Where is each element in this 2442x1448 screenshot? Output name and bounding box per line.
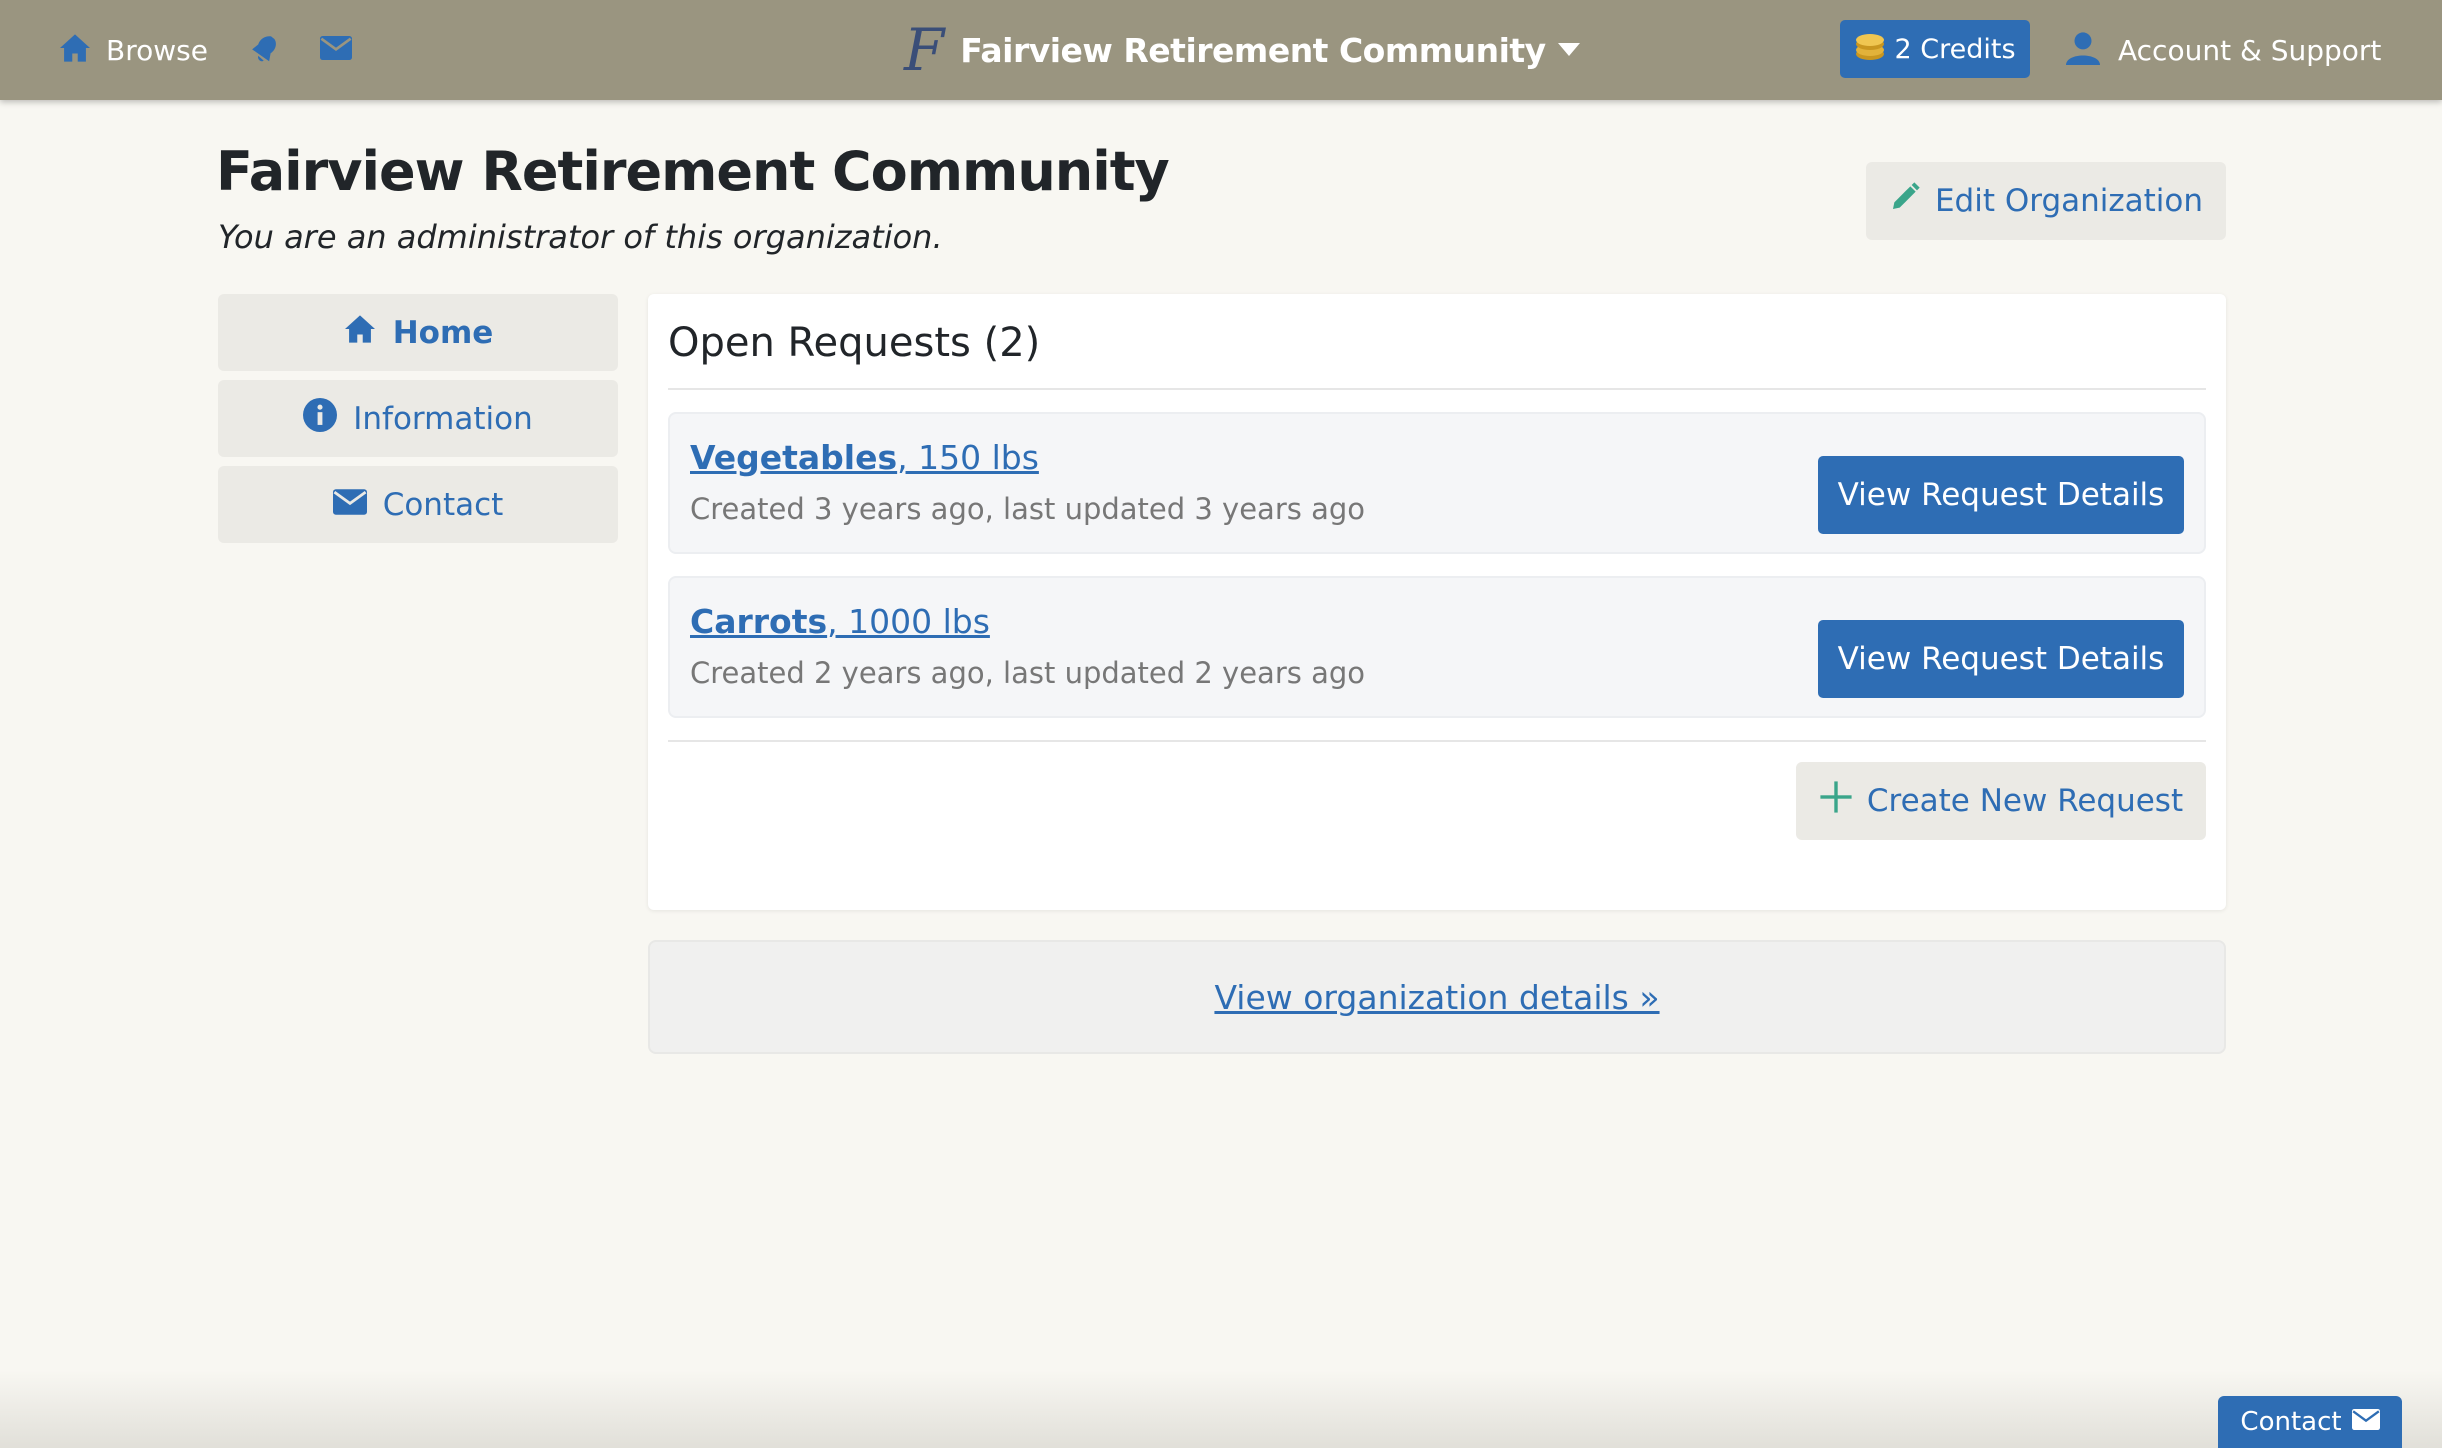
navbar-org-name: Fairview Retirement Community xyxy=(960,30,1546,70)
sidenav-item-label: Contact xyxy=(382,486,504,523)
footer-shadow xyxy=(0,1370,2442,1448)
divider xyxy=(668,388,2206,390)
home-icon xyxy=(58,33,92,67)
account-support-menu[interactable]: Account & Support xyxy=(2066,0,2381,100)
messages-button[interactable] xyxy=(319,36,352,64)
credits-button[interactable]: 2 Credits xyxy=(1840,20,2030,78)
request-link[interactable]: Carrots, 1000 lbs xyxy=(690,602,990,641)
org-logo: F xyxy=(904,16,945,84)
edit-organization-button[interactable]: Edit Organization xyxy=(1866,162,2226,240)
page-title: Fairview Retirement Community xyxy=(216,140,1170,203)
sidenav-item-contact[interactable]: Contact xyxy=(218,466,618,543)
credits-label: 2 Credits xyxy=(1894,33,2016,65)
request-amount: , 1000 lbs xyxy=(827,602,990,641)
bell-icon xyxy=(248,32,280,68)
open-requests-card: Open Requests (2) Vegetables, 150 lbs Cr… xyxy=(648,294,2226,910)
organization-details-panel: View organization details » xyxy=(648,940,2226,1054)
view-organization-details-link[interactable]: View organization details » xyxy=(1214,978,1659,1017)
view-request-details-button[interactable]: View Request Details xyxy=(1818,456,2184,534)
request-timestamps: Created 3 years ago, last updated 3 year… xyxy=(690,492,1365,526)
mail-icon xyxy=(332,487,367,523)
browse-label: Browse xyxy=(106,33,208,67)
sidenav-item-information[interactable]: Information xyxy=(218,380,618,457)
pencil-icon xyxy=(1889,181,1921,221)
mail-icon xyxy=(2351,1407,2380,1437)
request-timestamps: Created 2 years ago, last updated 2 year… xyxy=(690,656,1365,690)
navbar-left-group: Browse xyxy=(58,0,352,100)
list-item: Carrots, 1000 lbs Created 2 years ago, l… xyxy=(668,576,2206,718)
edit-organization-label: Edit Organization xyxy=(1934,183,2204,219)
create-new-request-button[interactable]: Create New Request xyxy=(1796,762,2206,840)
sidenav-item-label: Home xyxy=(392,314,494,351)
request-link[interactable]: Vegetables, 150 lbs xyxy=(690,438,1039,477)
side-navigation: Home Information Contact xyxy=(218,294,618,552)
info-icon xyxy=(303,397,338,440)
admin-subtitle: You are an administrator of this organiz… xyxy=(218,218,943,256)
top-navbar: Browse F Fairview Retirement Community 2… xyxy=(0,0,2442,100)
org-switcher[interactable]: F Fairview Retirement Community xyxy=(904,0,1580,100)
sidenav-item-label: Information xyxy=(353,400,533,437)
open-requests-heading: Open Requests (2) xyxy=(668,320,1041,366)
contact-tab-label: Contact xyxy=(2240,1407,2342,1437)
contact-tab-button[interactable]: Contact xyxy=(2218,1396,2402,1448)
request-amount: , 150 lbs xyxy=(897,438,1039,477)
plus-icon xyxy=(1819,780,1853,822)
user-icon xyxy=(2066,31,2100,69)
view-request-details-button[interactable]: View Request Details xyxy=(1818,620,2184,698)
coins-icon xyxy=(1854,32,1886,66)
request-item-name: Carrots xyxy=(690,602,828,641)
list-item: Vegetables, 150 lbs Created 3 years ago,… xyxy=(668,412,2206,554)
sidenav-item-home[interactable]: Home xyxy=(218,294,618,371)
create-new-request-label: Create New Request xyxy=(1866,783,2184,819)
caret-down-icon xyxy=(1557,43,1580,57)
account-label: Account & Support xyxy=(2118,33,2382,67)
home-icon xyxy=(343,314,377,352)
divider xyxy=(668,740,2206,742)
browse-link[interactable]: Browse xyxy=(58,33,208,67)
request-item-name: Vegetables xyxy=(690,438,898,477)
notifications-button[interactable] xyxy=(248,32,280,68)
mail-icon xyxy=(319,36,352,64)
